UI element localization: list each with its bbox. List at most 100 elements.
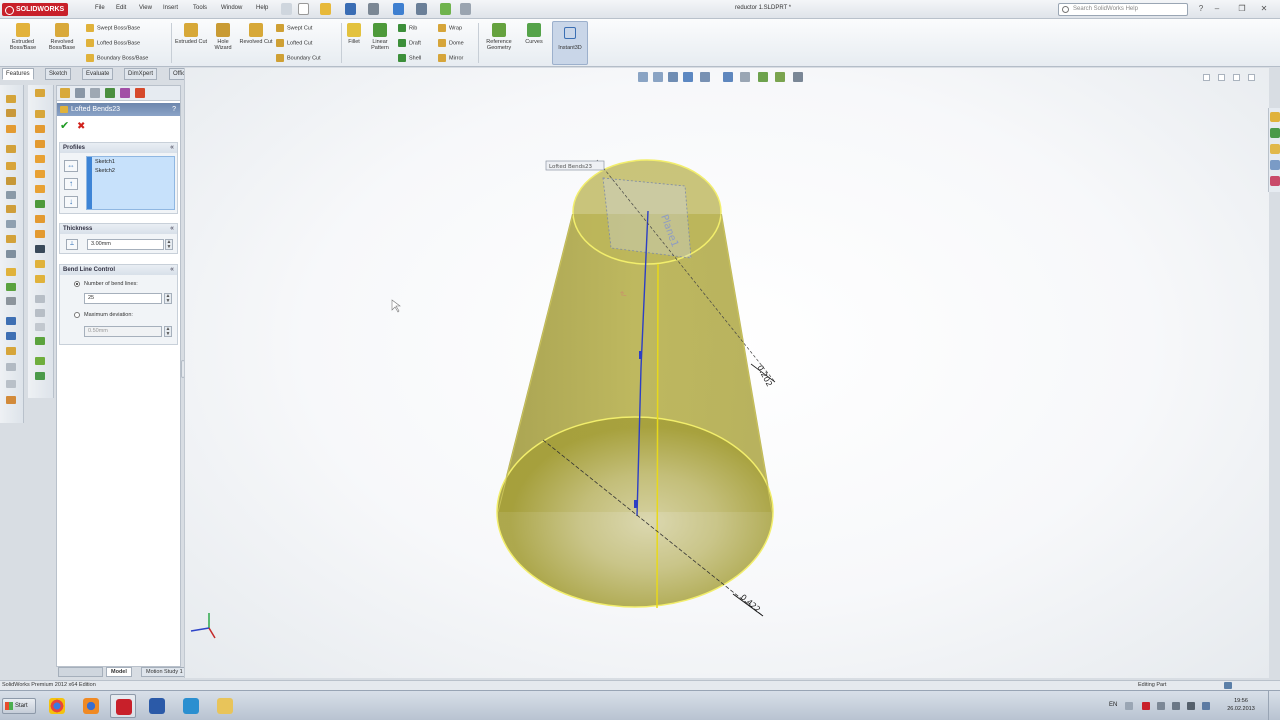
new-document-icon[interactable] [298, 3, 309, 15]
lofted-boss-button[interactable]: Lofted Boss/Base [86, 39, 140, 47]
feature-icon[interactable] [6, 95, 16, 103]
feature-icon[interactable] [6, 250, 16, 258]
feature-icon[interactable] [6, 332, 16, 340]
boundary-boss-button[interactable]: Boundary Boss/Base [86, 54, 148, 62]
feature-icon[interactable] [6, 363, 16, 371]
view-orientation-icon[interactable] [700, 72, 710, 82]
boundary-cut-button[interactable]: Boundary Cut [276, 54, 321, 62]
sheet-metal-icon[interactable] [35, 140, 45, 148]
lofted-cut-button[interactable]: Lofted Cut [276, 39, 312, 47]
zoom-to-area-icon[interactable] [653, 72, 663, 82]
show-desktop-button[interactable] [1268, 691, 1280, 720]
file-explorer-icon[interactable] [1270, 144, 1280, 154]
solidworks-logo[interactable]: SOLIDWORKS [2, 3, 69, 16]
taskbar-chrome[interactable] [44, 694, 70, 718]
menu-tools[interactable]: Tools [193, 5, 207, 11]
clock[interactable]: 19:56 26.02.2013 [1223, 697, 1259, 713]
ok-button[interactable]: ✔ [60, 121, 69, 132]
sheet-metal-icon[interactable] [35, 323, 45, 331]
search-input[interactable]: Search SolidWorks Help [1058, 3, 1188, 16]
property-manager-icon[interactable] [75, 88, 85, 98]
feature-icon[interactable] [6, 396, 16, 404]
taskbar-word[interactable] [144, 694, 170, 718]
viewport-minimize-button[interactable] [1203, 74, 1210, 81]
feature-icon[interactable] [6, 283, 16, 291]
dome-button[interactable]: Dome [438, 39, 464, 47]
feature-icon[interactable] [6, 191, 16, 199]
options-icon[interactable] [460, 3, 471, 15]
help-icon[interactable]: ? [1195, 3, 1207, 15]
previous-view-icon[interactable] [668, 72, 678, 82]
tab-model[interactable]: Model [106, 667, 132, 677]
list-item[interactable]: Sketch1 [95, 159, 115, 165]
view-settings-icon[interactable] [793, 72, 803, 82]
sheet-metal-icon[interactable] [35, 245, 45, 253]
sheet-metal-icon[interactable] [35, 357, 45, 365]
mirror-button[interactable]: Mirror [438, 54, 463, 62]
linear-pattern-button[interactable]: Linear Pattern [366, 21, 394, 51]
tray-app-icon[interactable] [1142, 702, 1150, 710]
menu-help[interactable]: Help [256, 5, 268, 11]
print-icon[interactable] [368, 3, 379, 15]
sheet-metal-icon[interactable] [35, 125, 45, 133]
flag-icon[interactable] [1172, 702, 1180, 710]
thickness-spinner[interactable]: ▲ ▼ [165, 239, 173, 250]
fillet-button[interactable]: Fillet [343, 21, 365, 45]
minimize-button[interactable]: – [1211, 3, 1223, 15]
rib-button[interactable]: Rib [398, 24, 417, 32]
feature-icon[interactable] [6, 109, 16, 117]
sheet-metal-icon[interactable] [35, 260, 45, 268]
draft-button[interactable]: Draft [398, 39, 421, 47]
design-library-icon[interactable] [1270, 128, 1280, 138]
revolved-boss-button[interactable]: Revolved Boss/Base [44, 21, 80, 51]
tab-sketch[interactable]: Sketch [45, 68, 72, 80]
extruded-cut-button[interactable]: Extruded Cut [174, 21, 208, 45]
feature-icon[interactable] [6, 220, 16, 228]
edit-appearance-icon[interactable] [758, 72, 768, 82]
profiles-header[interactable]: Profiles « [60, 143, 177, 153]
appearance-icon[interactable] [135, 88, 145, 98]
feature-icon[interactable] [6, 317, 16, 325]
bend-lines-input[interactable]: 25 [84, 293, 162, 304]
extruded-boss-button[interactable]: Extruded Boss/Base [4, 21, 42, 51]
save-icon[interactable] [345, 3, 356, 15]
taskbar-firefox[interactable] [78, 694, 104, 718]
start-button[interactable]: Start [2, 698, 36, 714]
resources-icon[interactable] [1270, 112, 1280, 122]
feature-icon[interactable] [6, 162, 16, 170]
thickness-input[interactable]: 3.00mm [87, 239, 164, 250]
help-icon[interactable] [1224, 682, 1232, 689]
sheet-metal-icon[interactable] [35, 110, 45, 118]
tab-evaluate[interactable]: Evaluate [82, 68, 114, 80]
configuration-manager-icon[interactable] [90, 88, 100, 98]
zoom-to-fit-icon[interactable] [638, 72, 648, 82]
sheet-metal-icon[interactable] [35, 372, 45, 380]
feature-icon[interactable] [6, 177, 16, 185]
hide-show-icon[interactable] [740, 72, 750, 82]
restore-button[interactable]: ❐ [1236, 3, 1248, 15]
max-deviation-spinner[interactable]: ▲ ▼ [164, 326, 172, 337]
sheet-metal-icon[interactable] [35, 337, 45, 345]
move-up-button[interactable]: ↑ [64, 178, 78, 190]
swept-cut-button[interactable]: Swept Cut [276, 24, 312, 32]
sheet-metal-icon[interactable] [35, 295, 45, 303]
cancel-button[interactable]: ✖ [77, 121, 85, 132]
viewport-close-button[interactable] [1248, 74, 1255, 81]
appearances-icon[interactable] [1270, 176, 1280, 186]
maximum-deviation-radio[interactable] [74, 312, 80, 318]
pin-icon[interactable] [281, 3, 292, 15]
feature-icon[interactable] [6, 380, 16, 388]
battery-icon[interactable] [1202, 702, 1210, 710]
select-icon[interactable] [416, 3, 427, 15]
sheet-metal-icon[interactable] [35, 185, 45, 193]
graphics-area[interactable]: Plane1 ↱ 0.202 0.422 Lofted Bends23 [184, 68, 1269, 678]
profile-select-icon[interactable]: ⇔ [64, 160, 78, 172]
viewport-maximize-button[interactable] [1233, 74, 1240, 81]
help-icon[interactable]: ? [172, 103, 176, 116]
list-item[interactable]: Sketch2 [95, 168, 115, 174]
instant3d-button[interactable]: Instant3D [552, 21, 588, 65]
swept-boss-button[interactable]: Swept Boss/Base [86, 24, 140, 32]
hole-wizard-button[interactable]: Hole Wizard [210, 21, 236, 51]
feature-icon[interactable] [6, 268, 16, 276]
sheet-metal-icon[interactable] [35, 89, 45, 97]
